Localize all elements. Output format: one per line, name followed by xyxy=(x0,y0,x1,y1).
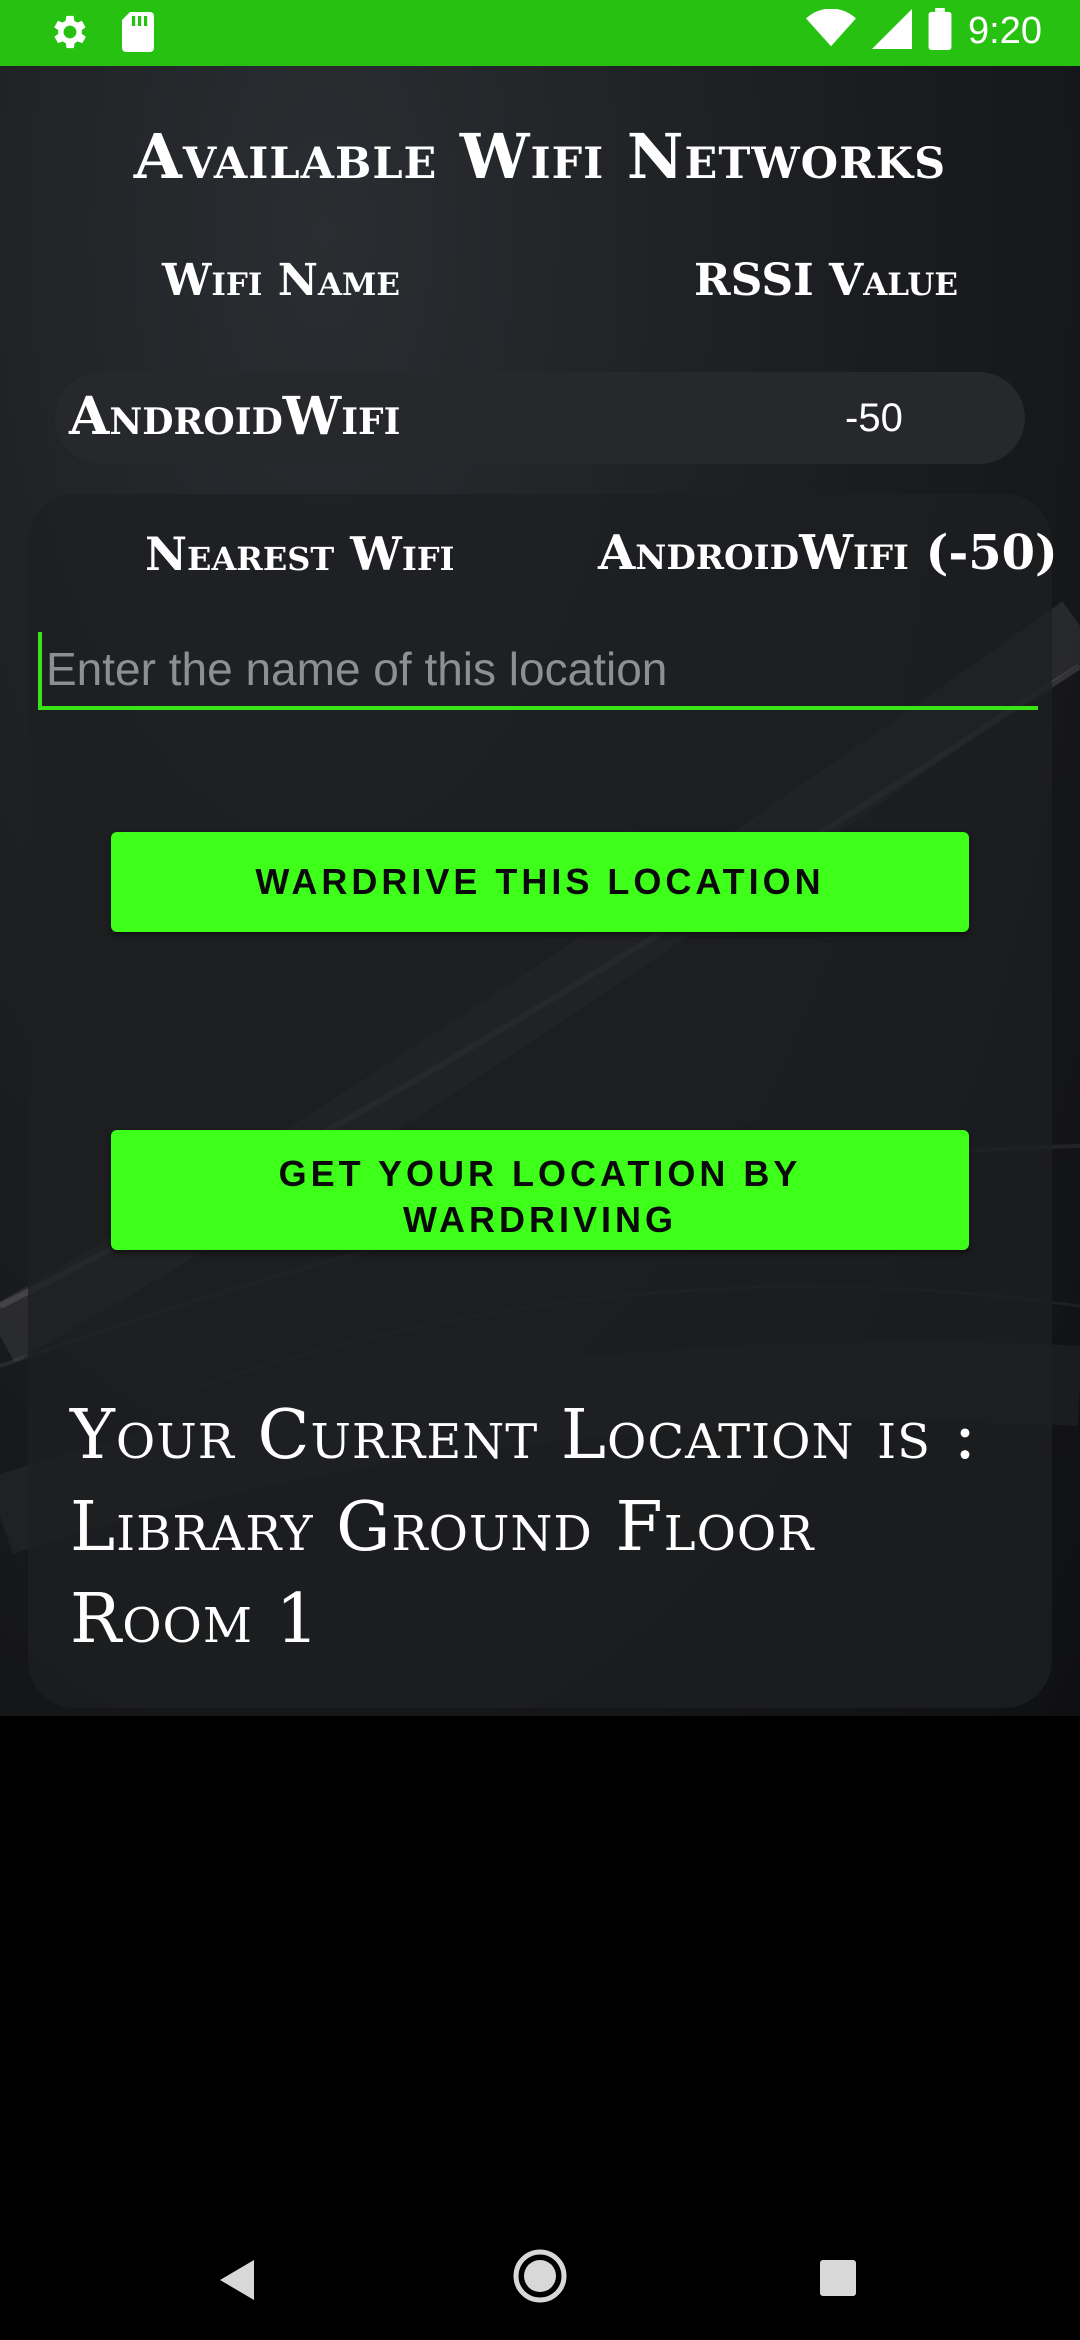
wardrive-button[interactable]: WARDRIVE THIS LOCATION xyxy=(111,832,969,932)
nearest-wifi-value: AndroidWifi (-50) xyxy=(598,525,1058,581)
wifi-name: AndroidWifi xyxy=(69,386,401,447)
status-bar: 9:20 xyxy=(0,0,1080,66)
current-location-text: Your Current Location is : Library Groun… xyxy=(70,1396,978,1659)
navigation-bar xyxy=(0,2220,1080,2340)
status-time: 9:20 xyxy=(968,9,1042,52)
gear-icon xyxy=(48,10,92,58)
wifi-rssi: -50 xyxy=(845,396,903,440)
back-icon[interactable] xyxy=(218,2258,258,2306)
home-icon[interactable] xyxy=(512,2248,568,2308)
battery-icon xyxy=(928,8,952,54)
recents-icon[interactable] xyxy=(818,2258,858,2302)
nearest-wifi-label: Nearest Wifi xyxy=(145,527,455,581)
sd-card-icon xyxy=(118,10,158,58)
column-header-rssi-value: RSSI Value xyxy=(694,255,959,306)
wifi-list-item[interactable]: AndroidWifi -50 xyxy=(55,372,1025,464)
get-location-button[interactable]: GET YOUR LOCATION BY WARDRIVING xyxy=(111,1130,969,1250)
page-title: Available Wifi Networks xyxy=(133,120,947,193)
signal-icon xyxy=(872,9,913,53)
column-header-wifi-name: Wifi Name xyxy=(162,255,400,306)
wifi-icon xyxy=(806,8,857,53)
location-name-input[interactable] xyxy=(38,632,1038,710)
